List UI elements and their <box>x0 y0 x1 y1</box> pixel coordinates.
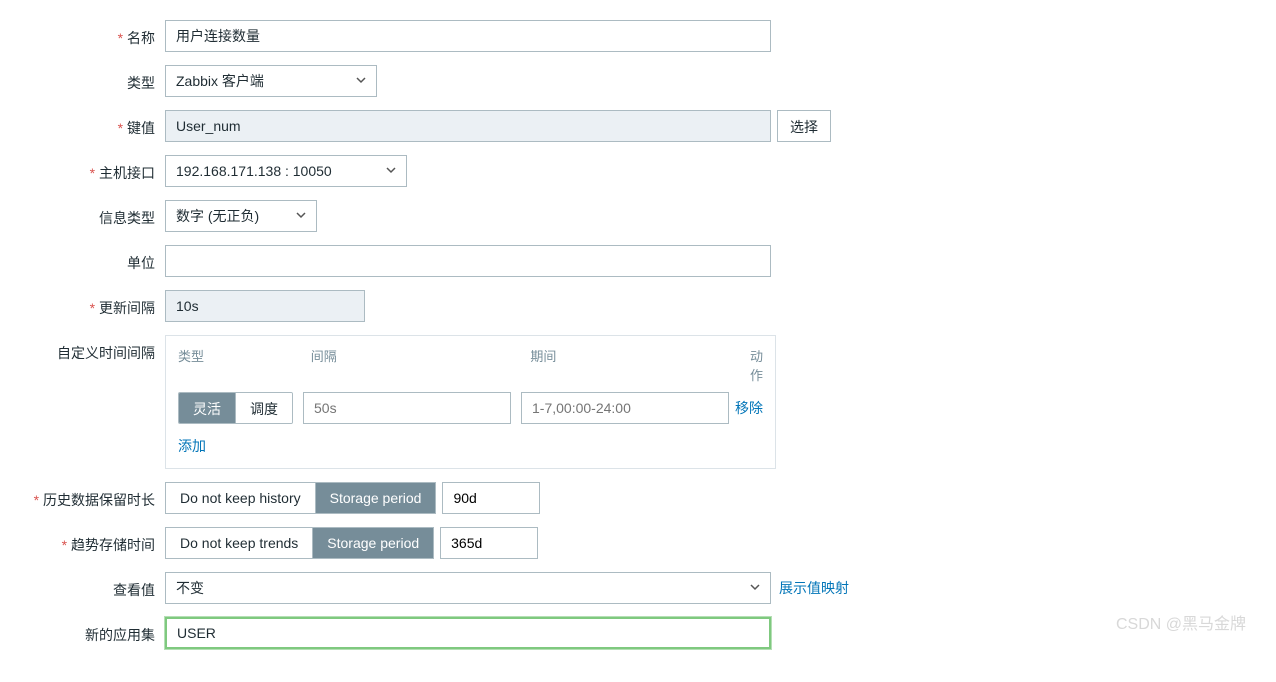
row-name: 名称 <box>0 20 1276 52</box>
label-key: 键值 <box>0 110 165 138</box>
row-custom-interval: 自定义时间间隔 类型 间隔 期间 动作 灵活 调度 移除 <box>0 335 1276 469</box>
custom-interval-box: 类型 间隔 期间 动作 灵活 调度 移除 添加 <box>165 335 776 469</box>
header-type: 类型 <box>178 346 311 384</box>
interval-value-input[interactable] <box>303 392 511 424</box>
scheduling-button[interactable]: 调度 <box>235 393 292 423</box>
row-key: 键值 选择 <box>0 110 1276 142</box>
label-trend-storage: 趋势存储时间 <box>0 527 165 555</box>
interval-period-input[interactable] <box>521 392 729 424</box>
interval-type-segmented: 灵活 调度 <box>178 392 293 424</box>
header-action: 动作 <box>750 346 763 384</box>
key-input[interactable] <box>165 110 771 142</box>
row-units: 单位 <box>0 245 1276 277</box>
row-host-interface: 主机接口 192.168.171.138 : 10050 <box>0 155 1276 187</box>
row-show-value: 查看值 不变 展示值映射 <box>0 572 1276 604</box>
label-name: 名称 <box>0 20 165 48</box>
row-history-storage: 历史数据保留时长 Do not keep history Storage per… <box>0 482 1276 514</box>
header-period: 期间 <box>530 346 750 384</box>
history-storage-period-button[interactable]: Storage period <box>315 483 436 513</box>
label-type: 类型 <box>0 65 165 93</box>
row-update-interval: 更新间隔 <box>0 290 1276 322</box>
label-update-interval: 更新间隔 <box>0 290 165 318</box>
type-select[interactable]: Zabbix 客户端 <box>165 65 377 97</box>
row-info-type: 信息类型 数字 (无正负) <box>0 200 1276 232</box>
history-period-input[interactable] <box>442 482 540 514</box>
add-link[interactable]: 添加 <box>178 436 206 456</box>
remove-link[interactable]: 移除 <box>735 398 763 418</box>
show-value-map-link[interactable]: 展示值映射 <box>779 578 849 598</box>
interval-row: 灵活 调度 移除 <box>178 392 763 424</box>
row-new-application: 新的应用集 <box>0 617 1276 649</box>
trend-period-input[interactable] <box>440 527 538 559</box>
trend-storage-segmented: Do not keep trends Storage period <box>165 527 434 559</box>
label-units: 单位 <box>0 245 165 273</box>
new-application-input[interactable] <box>165 617 771 649</box>
no-history-button[interactable]: Do not keep history <box>166 483 315 513</box>
row-trend-storage: 趋势存储时间 Do not keep trends Storage period <box>0 527 1276 559</box>
label-show-value: 查看值 <box>0 572 165 600</box>
no-trends-button[interactable]: Do not keep trends <box>166 528 312 558</box>
info-type-select[interactable]: 数字 (无正负) <box>165 200 317 232</box>
label-custom-interval: 自定义时间间隔 <box>0 335 165 363</box>
label-history-storage: 历史数据保留时长 <box>0 482 165 510</box>
header-interval: 间隔 <box>311 346 531 384</box>
history-storage-segmented: Do not keep history Storage period <box>165 482 436 514</box>
interval-header: 类型 间隔 期间 动作 <box>178 346 763 384</box>
label-host-interface: 主机接口 <box>0 155 165 183</box>
flexible-button[interactable]: 灵活 <box>179 393 235 423</box>
show-value-select[interactable]: 不变 <box>165 572 771 604</box>
label-info-type: 信息类型 <box>0 200 165 228</box>
host-interface-select[interactable]: 192.168.171.138 : 10050 <box>165 155 407 187</box>
update-interval-input[interactable] <box>165 290 365 322</box>
units-input[interactable] <box>165 245 771 277</box>
form-container: 名称 类型 Zabbix 客户端 键值 选择 主机接口 <box>0 20 1276 649</box>
row-type: 类型 Zabbix 客户端 <box>0 65 1276 97</box>
trend-storage-period-button[interactable]: Storage period <box>312 528 433 558</box>
name-input[interactable] <box>165 20 771 52</box>
select-key-button[interactable]: 选择 <box>777 110 831 142</box>
label-new-application: 新的应用集 <box>0 617 165 645</box>
